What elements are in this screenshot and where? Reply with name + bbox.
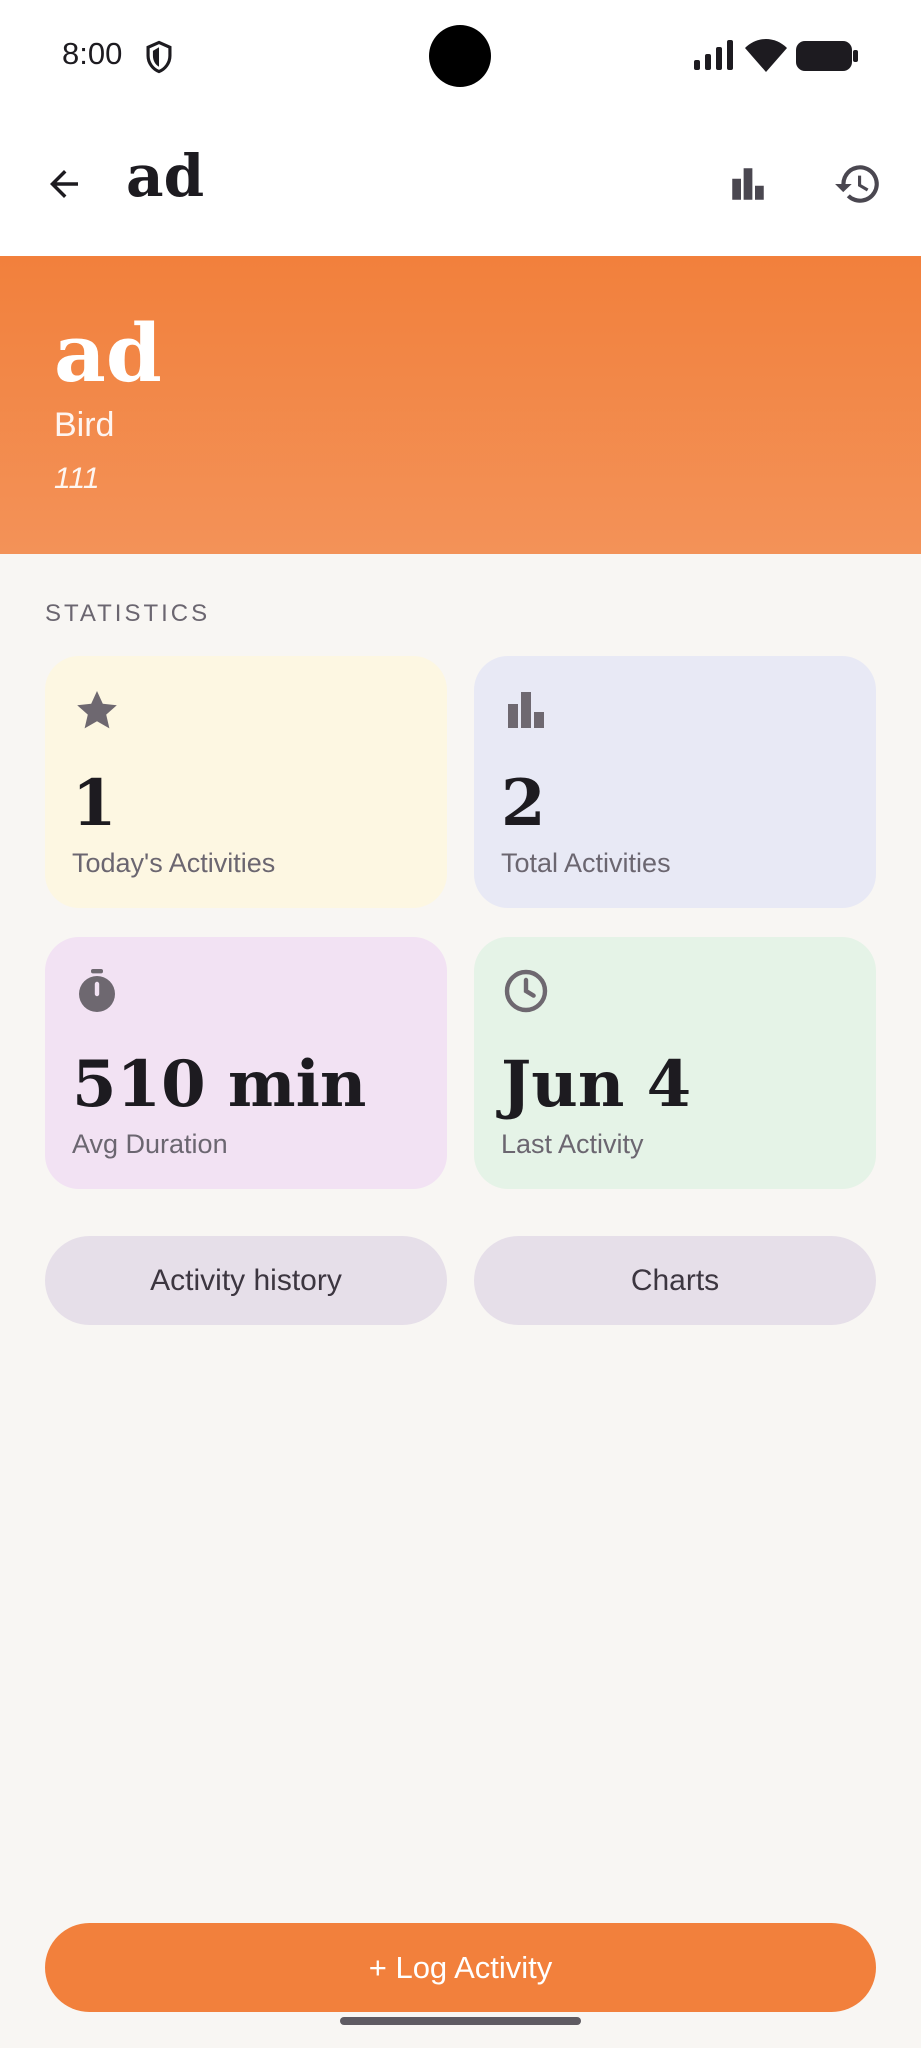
profile-name: ad (54, 306, 162, 400)
app-bar: ad (0, 112, 921, 256)
charts-action-button[interactable] (720, 156, 776, 212)
profile-type: Bird (54, 406, 115, 444)
arrow-back-icon (50, 170, 78, 198)
history-action-button[interactable] (828, 154, 888, 214)
timer-icon (79, 969, 115, 1012)
star-icon (77, 691, 117, 729)
stat-label: Total Activities (501, 848, 671, 878)
charts-button[interactable]: Charts (474, 1236, 876, 1325)
stat-label: Last Activity (501, 1129, 644, 1159)
status-bar: 8:00 (0, 0, 921, 112)
stat-label: Today's Activities (72, 848, 276, 878)
stat-value: Jun 4 (501, 1047, 692, 1122)
wifi-icon (745, 39, 787, 72)
bar-chart-icon (732, 168, 764, 200)
shield-icon (146, 40, 172, 74)
stat-value: 1 (72, 766, 117, 841)
statistics-heading: STATISTICS (45, 600, 211, 627)
stat-label: Avg Duration (72, 1129, 228, 1159)
stat-card-duration: 510 min Avg Duration (45, 937, 447, 1189)
home-indicator[interactable] (340, 2017, 581, 2025)
profile-note: 111 (54, 462, 100, 495)
log-activity-button[interactable]: + Log Activity (45, 1923, 876, 2012)
activity-history-button[interactable]: Activity history (45, 1236, 447, 1325)
profile-header: ad Bird 111 (0, 256, 921, 554)
stat-card-today: 1 Today's Activities (45, 656, 447, 908)
stat-card-last: Jun 4 Last Activity (474, 937, 876, 1189)
bar-chart-icon (508, 692, 544, 728)
back-button[interactable] (36, 156, 92, 212)
battery-icon (796, 41, 858, 71)
status-time: 8:00 (62, 36, 123, 71)
stat-value: 2 (501, 766, 546, 841)
history-icon (835, 165, 879, 203)
stat-card-total: 2 Total Activities (474, 656, 876, 908)
clock-icon (504, 969, 548, 1013)
signal-icon (694, 40, 733, 70)
stat-value: 510 min (72, 1047, 367, 1122)
camera-cutout (429, 25, 491, 87)
page-title: ad (126, 142, 205, 210)
